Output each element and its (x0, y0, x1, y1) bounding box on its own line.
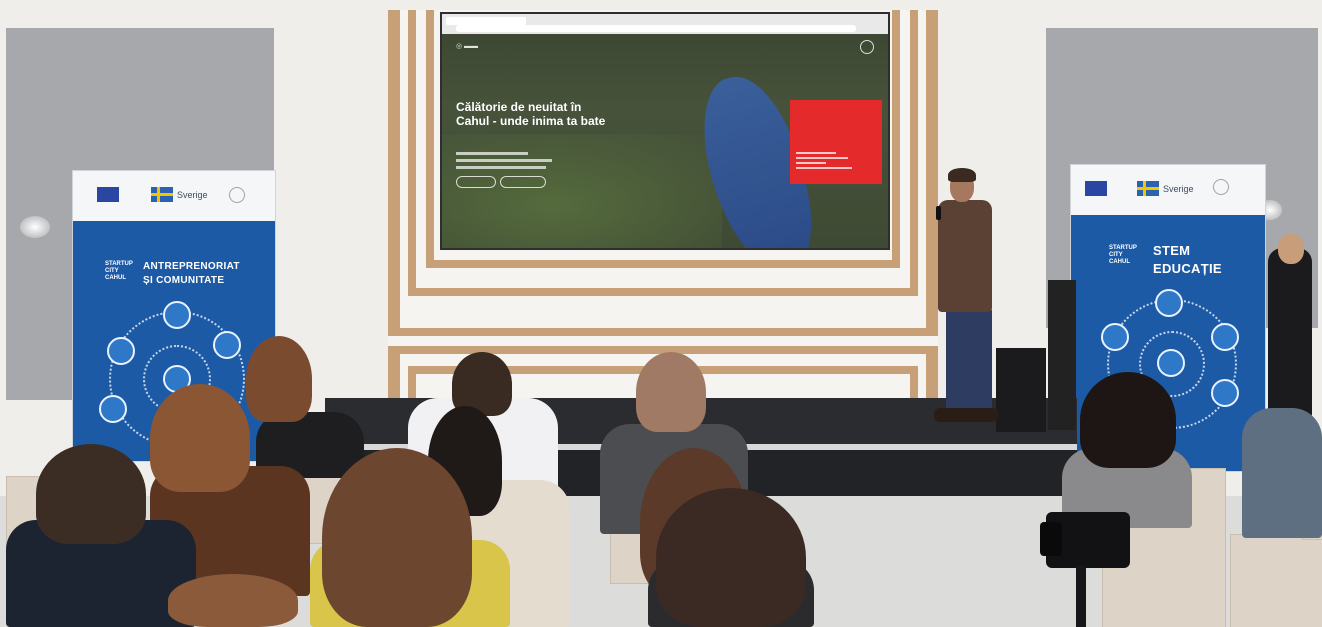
audience-head (246, 336, 312, 422)
sponsor-logos: Sverige (73, 171, 275, 221)
presenter (938, 200, 992, 312)
sweden-flag-icon (1137, 181, 1159, 196)
conference-photo: ◎ ▬▬ Călătorie de neuitat în Cahul - und… (0, 0, 1322, 627)
standing-attendee (1268, 248, 1312, 418)
speaker-stand (1048, 280, 1076, 430)
hero-button (500, 176, 546, 188)
eu-flag-icon (1085, 181, 1107, 196)
atom-icon (1101, 323, 1129, 351)
banner-title-line2: ȘI COMUNITATE (143, 275, 225, 286)
audience-head (1080, 372, 1176, 468)
audience-head (36, 444, 146, 544)
audience-head (150, 384, 250, 492)
banner-title-line2: EDUCAȚIE (1153, 261, 1222, 276)
camera-lens (1040, 522, 1062, 556)
sponsor-logos: Sverige (1071, 165, 1265, 215)
chat-icon (107, 337, 135, 365)
sverige-label: Sverige (177, 190, 208, 200)
site-logo: ◎ ▬▬ (456, 43, 479, 50)
presenter-hair (948, 168, 976, 182)
browser-toolbar (442, 14, 888, 34)
partner-logo-icon (1213, 179, 1229, 195)
site-menu-icon (860, 40, 874, 54)
hero-button (456, 176, 496, 188)
hero-title: Călătorie de neuitat în Cahul - unde ini… (456, 100, 606, 128)
eu-flag-icon (97, 187, 119, 202)
audience-head (322, 448, 472, 627)
banner-title-line1: ANTREPRENORIAT (143, 261, 240, 272)
hero-subtitle (456, 152, 576, 172)
presenter-legs (946, 310, 992, 414)
monitor-icon (213, 331, 241, 359)
audience-head (636, 352, 706, 432)
molecule-icon (1157, 349, 1185, 377)
microphone-icon (936, 206, 941, 220)
browser-tab (446, 17, 526, 25)
startup-city-logo: STARTUP CITY CAHUL (105, 261, 133, 281)
audience-member (1242, 408, 1322, 538)
standing-attendee-head (1278, 234, 1304, 264)
banner-title-line1: STEM (1153, 243, 1191, 258)
audience-head (656, 488, 806, 627)
speaker-cabinet (996, 348, 1046, 432)
device-icon (163, 301, 191, 329)
gear-icon (1155, 289, 1183, 317)
chair (1230, 534, 1322, 627)
startup-city-logo: STARTUP CITY CAHUL (1109, 245, 1137, 265)
camera-tripod (1076, 566, 1086, 627)
book-icon (1211, 379, 1239, 407)
wall-lamp (20, 216, 50, 238)
presentation-screen: ◎ ▬▬ Călătorie de neuitat în Cahul - und… (440, 12, 890, 250)
group-icon (99, 395, 127, 423)
audience-head (168, 574, 298, 627)
partner-logo-icon (229, 187, 245, 203)
red-promo-card (790, 100, 882, 184)
browser-address-bar (456, 25, 856, 32)
presenter-shoes (934, 408, 998, 422)
sweden-flag-icon (151, 187, 173, 202)
sverige-label: Sverige (1163, 184, 1194, 194)
lab-icon (1211, 323, 1239, 351)
